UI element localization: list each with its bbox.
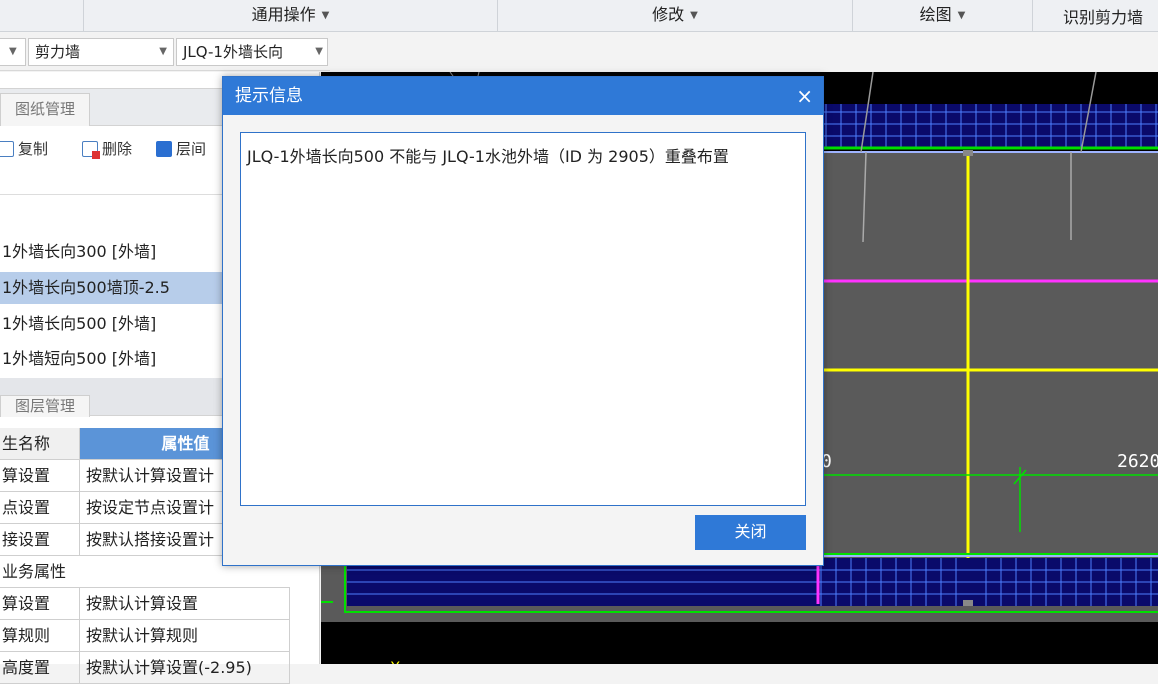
property-value: 按默认计算设置(-2.95) xyxy=(80,652,290,683)
copy-icon xyxy=(0,140,14,157)
menu-modify[interactable]: 修改 ▼ xyxy=(498,0,853,31)
property-value: 按默认计算规则 xyxy=(80,620,290,651)
delete-icon xyxy=(82,140,100,159)
list-item-label: 1外墙短向500 [外墙] xyxy=(2,349,157,368)
selection-toolbar: ▼ 剪力墙 ▼ JLQ-1外墙长向 ▼ xyxy=(0,33,330,71)
list-item-label: 1外墙长向500墙顶-2.5 xyxy=(2,278,170,297)
close-button[interactable]: 关闭 xyxy=(695,515,806,550)
dialog-message: JLQ-1外墙长向500 不能与 JLQ-1水池外墙（ID 为 2905）重叠布… xyxy=(247,147,729,166)
list-item-label: 1外墙长向300 [外墙] xyxy=(2,242,157,261)
chevron-down-icon: ▼ xyxy=(321,10,330,21)
menu-modify-label: 修改 xyxy=(652,5,685,24)
component-name-value: JLQ-1外墙长向 xyxy=(183,43,283,61)
floor-select[interactable]: ▼ xyxy=(0,38,26,66)
node-marker xyxy=(963,150,973,156)
property-name: 点设置 xyxy=(0,492,80,523)
property-name: 高度置 xyxy=(0,652,80,683)
delete-button[interactable]: 删除 xyxy=(82,138,132,159)
menu-draw-label: 绘图 xyxy=(919,5,952,24)
info-dialog: 提示信息 × JLQ-1外墙长向500 不能与 JLQ-1水池外墙（ID 为 2… xyxy=(222,76,824,566)
dialog-title: 提示信息 xyxy=(235,86,303,106)
layer-copy-icon xyxy=(156,140,172,157)
menu-general-ops-label: 通用操作 xyxy=(251,5,316,24)
top-menubar: 通用操作 ▼ 修改 ▼ 绘图 ▼ 识别剪力墙 xyxy=(0,0,1158,32)
component-name-select[interactable]: JLQ-1外墙长向 ▼ xyxy=(176,38,328,66)
menu-identify-wall-label: 识别剪力墙 xyxy=(1062,8,1143,27)
property-name: 算设置 xyxy=(0,588,80,619)
property-name: 算规则 xyxy=(0,620,80,651)
chevron-down-icon: ▼ xyxy=(315,46,323,57)
tab-drawing-management[interactable]: 图纸管理 xyxy=(0,93,90,126)
chevron-down-icon: ▼ xyxy=(957,10,966,21)
component-type-value: 剪力墙 xyxy=(35,43,81,61)
menu-identify-wall[interactable]: 识别剪力墙 xyxy=(1033,0,1158,31)
table-row[interactable]: 算规则 按默认计算规则 xyxy=(0,620,290,652)
hatch-band-top xyxy=(801,104,1158,148)
node-marker xyxy=(963,600,973,606)
copy-label: 复制 xyxy=(18,140,49,158)
chevron-down-icon: ▼ xyxy=(159,46,167,57)
axis-label: Y xyxy=(390,660,400,664)
property-name: 接设置 xyxy=(0,524,80,555)
table-row[interactable]: 高度置 按默认计算设置(-2.95) xyxy=(0,652,290,684)
menu-blank xyxy=(0,0,84,31)
tab-layer-management[interactable]: 图层管理 xyxy=(0,395,90,417)
list-item-label: 1外墙长向500 [外墙] xyxy=(2,314,157,333)
property-name-header: 生名称 xyxy=(0,428,80,459)
floor-copy-button[interactable]: 层间 xyxy=(156,138,206,159)
chevron-down-icon: ▼ xyxy=(690,10,698,21)
property-value: 按默认计算设置 xyxy=(80,588,290,619)
copy-button[interactable]: 复制 xyxy=(0,138,48,159)
menu-general-ops[interactable]: 通用操作 ▼ xyxy=(84,0,498,31)
dialog-title-bar[interactable]: 提示信息 xyxy=(223,77,823,115)
floor-copy-label: 层间 xyxy=(176,140,207,158)
component-type-select[interactable]: 剪力墙 ▼ xyxy=(28,38,174,66)
dialog-message-box[interactable]: JLQ-1外墙长向500 不能与 JLQ-1水池外墙（ID 为 2905）重叠布… xyxy=(240,132,806,506)
table-row[interactable]: 算设置 按默认计算设置 xyxy=(0,588,290,620)
delete-label: 删除 xyxy=(102,140,133,158)
chevron-down-icon: ▼ xyxy=(9,46,17,57)
property-name: 算设置 xyxy=(0,460,80,491)
close-icon[interactable]: × xyxy=(796,77,813,115)
menu-draw[interactable]: 绘图 ▼ xyxy=(853,0,1033,31)
dimension-label: 2620 xyxy=(1117,451,1158,472)
